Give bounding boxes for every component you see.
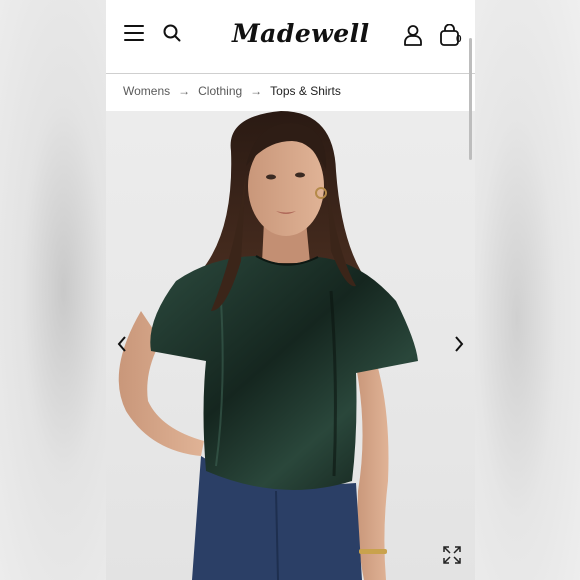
menu-icon[interactable] <box>124 25 144 41</box>
header-divider <box>106 73 475 74</box>
breadcrumb-current-tops-shirts[interactable]: Tops & Shirts <box>270 84 341 98</box>
product-image-carousel[interactable] <box>106 111 475 580</box>
breadcrumb-link-clothing[interactable]: Clothing <box>198 84 242 98</box>
scrollbar[interactable] <box>469 38 472 160</box>
mobile-screen: Madewell 0 Womens → Clothing → Tops & Shirts <box>106 0 475 580</box>
background-right <box>475 0 580 580</box>
previous-image-icon[interactable] <box>115 334 129 354</box>
bag-count-badge: 0 <box>456 34 462 45</box>
fullscreen-expand-icon[interactable] <box>443 546 461 564</box>
site-header: Madewell 0 <box>106 0 475 73</box>
breadcrumb: Womens → Clothing → Tops & Shirts <box>123 84 341 98</box>
breadcrumb-separator: → <box>178 84 191 98</box>
brand-logo[interactable]: Madewell <box>232 16 369 52</box>
background-left <box>0 0 106 580</box>
breadcrumb-separator: → <box>250 84 263 98</box>
breadcrumb-link-womens[interactable]: Womens <box>123 84 170 98</box>
account-icon[interactable] <box>403 24 423 46</box>
product-photo <box>118 111 418 580</box>
next-image-icon[interactable] <box>452 334 466 354</box>
search-icon[interactable] <box>163 24 181 42</box>
